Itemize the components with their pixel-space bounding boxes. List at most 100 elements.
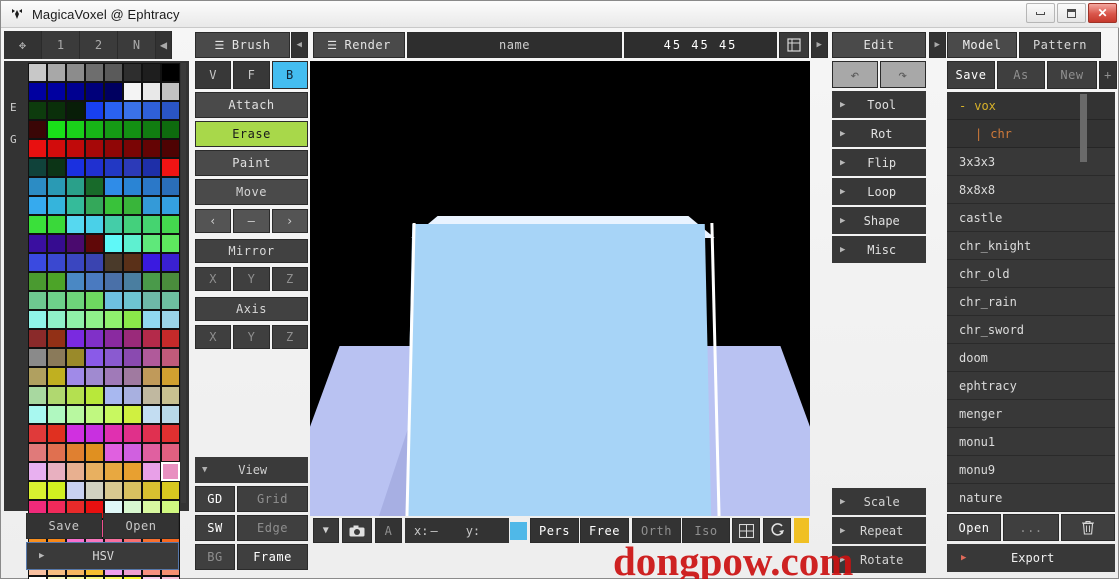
palette-swatch[interactable]	[85, 291, 104, 310]
palette-swatch[interactable]	[161, 158, 180, 177]
edit-group-shape[interactable]: ▶ Shape	[832, 207, 926, 234]
view-2-button[interactable]: 2	[80, 31, 118, 59]
palette-swatch[interactable]	[66, 215, 85, 234]
palette-swatch[interactable]	[47, 177, 66, 196]
palette-swatch[interactable]	[47, 253, 66, 272]
view-edge-button[interactable]: Edge	[237, 515, 308, 541]
palette-swatch[interactable]	[161, 443, 180, 462]
view-section-header[interactable]: ▼ View	[195, 457, 308, 483]
palette-swatch[interactable]	[85, 405, 104, 424]
palette-swatch[interactable]	[85, 272, 104, 291]
palette-swatch[interactable]	[104, 348, 123, 367]
palette-swatch[interactable]	[123, 405, 142, 424]
model-list-item[interactable]: ephtracy	[947, 372, 1115, 400]
palette-swatch[interactable]	[142, 481, 161, 500]
view-1-button[interactable]: 1	[42, 31, 80, 59]
edit-rotate-group[interactable]: ▶ Rotate	[832, 546, 926, 573]
palette-swatch[interactable]	[123, 291, 142, 310]
palette-swatch[interactable]	[85, 443, 104, 462]
palette-swatch[interactable]	[85, 196, 104, 215]
edit-group-rot[interactable]: ▶ Rot	[832, 120, 926, 147]
palette-swatch[interactable]	[123, 272, 142, 291]
palette-swatch[interactable]	[123, 120, 142, 139]
palette-swatch[interactable]	[28, 424, 47, 443]
brush-paint-button[interactable]: Paint	[195, 150, 308, 176]
palette-swatch[interactable]	[66, 82, 85, 101]
palette-swatch[interactable]	[85, 101, 104, 120]
palette-swatch[interactable]	[142, 405, 161, 424]
edit-expand-icon[interactable]: ▶	[929, 32, 946, 58]
palette-swatch[interactable]	[47, 348, 66, 367]
palette-swatch[interactable]	[47, 462, 66, 481]
palette-swatch[interactable]	[66, 405, 85, 424]
model-list-item[interactable]: chr_sword	[947, 316, 1115, 344]
axis-z-button[interactable]: Z	[271, 325, 308, 349]
palette-swatch[interactable]	[104, 272, 123, 291]
palette-swatch[interactable]	[66, 424, 85, 443]
palette-swatch[interactable]	[85, 481, 104, 500]
more-button[interactable]: ...	[1003, 514, 1059, 541]
palette-swatch[interactable]	[85, 253, 104, 272]
render-expand-icon[interactable]: ▶	[811, 32, 828, 58]
palette-swatch[interactable]	[123, 63, 142, 82]
palette-swatch[interactable]	[47, 139, 66, 158]
palette-swatch[interactable]	[161, 348, 180, 367]
palette-swatch[interactable]	[66, 120, 85, 139]
palette-swatch[interactable]	[47, 120, 66, 139]
anti-alias-button[interactable]: A	[375, 518, 402, 543]
model-list-item[interactable]: 3x3x3	[947, 148, 1115, 176]
edit-panel-header[interactable]: Edit	[832, 32, 926, 58]
palette-swatch[interactable]	[47, 82, 66, 101]
projection-iso-button[interactable]: Iso	[682, 518, 730, 543]
frame-icon[interactable]	[779, 32, 809, 58]
model-list-item[interactable]: castle	[947, 204, 1115, 232]
palette-scrollbar[interactable]	[181, 63, 186, 503]
palette-swatch[interactable]	[47, 215, 66, 234]
palette-swatch[interactable]	[104, 310, 123, 329]
palette-swatch[interactable]	[66, 63, 85, 82]
palette-swatch[interactable]	[104, 291, 123, 310]
brush-size-button[interactable]: –	[233, 209, 270, 233]
palette-swatch[interactable]	[104, 158, 123, 177]
palette-swatch[interactable]	[47, 272, 66, 291]
palette-swatch[interactable]	[142, 215, 161, 234]
palette-swatch[interactable]	[85, 139, 104, 158]
tab-pattern[interactable]: Pattern	[1019, 32, 1101, 58]
edit-scale-group[interactable]: ▶ Scale	[832, 488, 926, 515]
palette-swatch[interactable]	[161, 329, 180, 348]
palette-swatch[interactable]	[66, 367, 85, 386]
palette-swatch[interactable]	[104, 120, 123, 139]
mirror-z-button[interactable]: Z	[271, 267, 308, 291]
palette-swatch[interactable]	[142, 443, 161, 462]
palette-swatch[interactable]	[28, 348, 47, 367]
palette-swatch[interactable]	[47, 291, 66, 310]
palette-swatch[interactable]	[47, 101, 66, 120]
tree-toggle-icon[interactable]: |	[975, 127, 982, 141]
palette-swatch[interactable]	[161, 196, 180, 215]
model-list-item[interactable]: 8x8x8	[947, 176, 1115, 204]
palette-swatch[interactable]	[104, 101, 123, 120]
projection-free-button[interactable]: Free	[580, 518, 629, 543]
palette-swatch[interactable]	[47, 158, 66, 177]
palette-swatch[interactable]	[142, 120, 161, 139]
brush-panel-header[interactable]: ☰ Brush	[195, 32, 290, 58]
palette-swatch[interactable]	[161, 291, 180, 310]
palette-swatch[interactable]	[142, 253, 161, 272]
palette-swatch[interactable]	[142, 310, 161, 329]
palette-swatch[interactable]	[123, 348, 142, 367]
palette-swatch[interactable]	[161, 234, 180, 253]
palette-swatch[interactable]	[104, 462, 123, 481]
palette-swatch[interactable]	[28, 310, 47, 329]
palette-swatch[interactable]	[142, 272, 161, 291]
maximize-button[interactable]	[1057, 3, 1086, 23]
open-button[interactable]: Open	[947, 514, 1001, 541]
palette-swatch[interactable]	[66, 253, 85, 272]
palette-swatch[interactable]	[123, 443, 142, 462]
axis-y-button[interactable]: Y	[233, 325, 270, 349]
move-tool-icon[interactable]: ✥	[4, 31, 42, 59]
3d-viewport[interactable]	[310, 61, 810, 516]
palette-swatch[interactable]	[161, 462, 180, 481]
model-tree-node[interactable]: - vox	[947, 92, 1115, 120]
view-n-button[interactable]: N	[118, 31, 156, 59]
palette-swatch[interactable]	[161, 424, 180, 443]
